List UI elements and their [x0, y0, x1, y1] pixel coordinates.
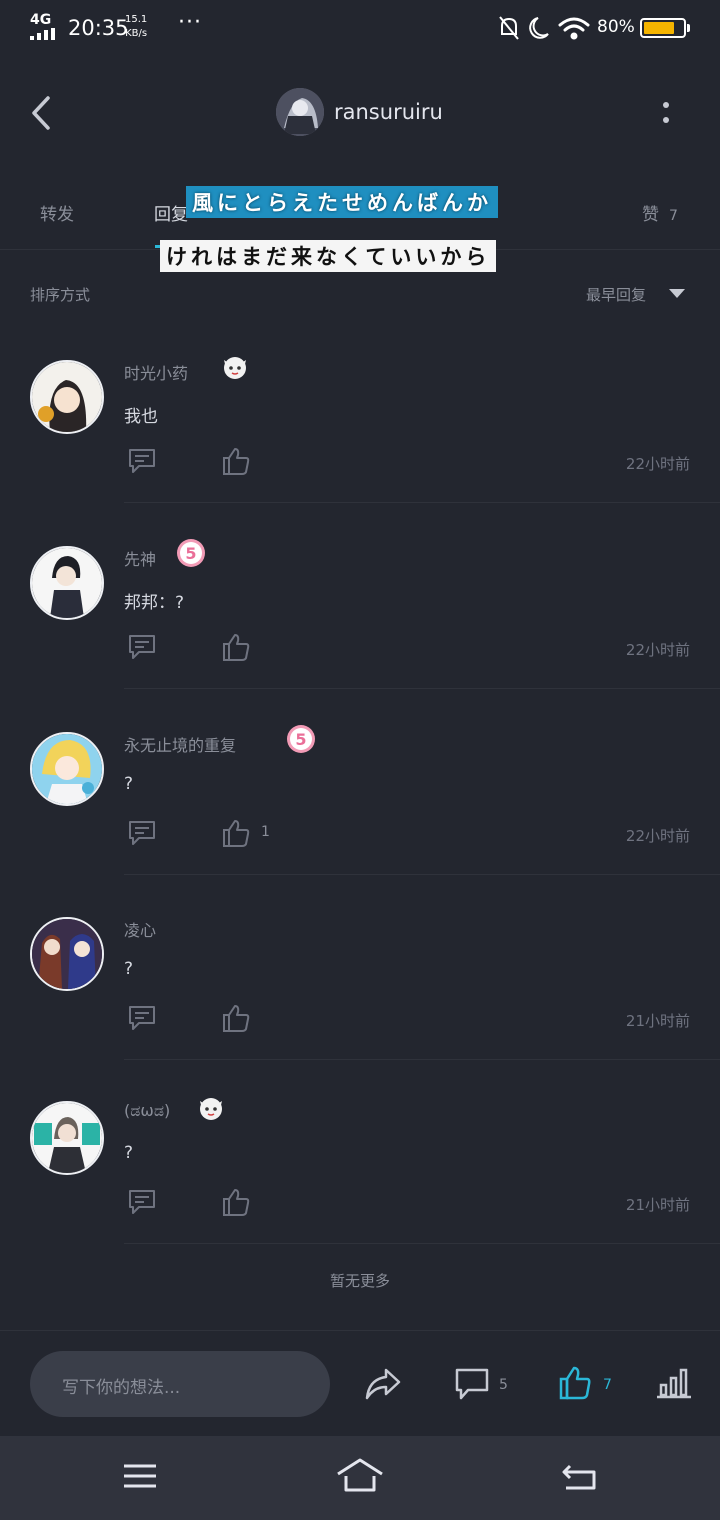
- thumbs-up-icon[interactable]: [221, 1003, 251, 1033]
- comment-item: 永无止境的重复 5 ? 1 22小时前: [0, 725, 720, 918]
- sort-label: 排序方式: [30, 286, 91, 304]
- back-arrow-icon[interactable]: [560, 1458, 598, 1494]
- comment-text: ?: [124, 959, 134, 979]
- avatar[interactable]: [30, 546, 104, 620]
- avatar[interactable]: [30, 360, 104, 434]
- avatar[interactable]: [30, 917, 104, 991]
- comment-time: 21小时前: [625, 1196, 690, 1214]
- network-type: 4G: [30, 12, 52, 28]
- thumbs-up-icon[interactable]: [221, 446, 251, 476]
- reply-icon[interactable]: [127, 819, 157, 847]
- comment-time: 22小时前: [625, 455, 690, 473]
- more-notifications-icon: ···: [178, 10, 202, 35]
- lyric-line-1: 風にとらえたせめんばんか: [186, 186, 498, 218]
- bottom-action-bar: 写下你的想法... 5 7: [0, 1330, 720, 1436]
- caret-down-icon[interactable]: [669, 289, 685, 298]
- wifi-icon: [558, 17, 590, 40]
- comment-text: ?: [124, 1143, 134, 1163]
- divider: [124, 1059, 720, 1060]
- more-vertical-icon[interactable]: [650, 96, 682, 132]
- battery-percent: 80%: [597, 17, 635, 37]
- reply-icon[interactable]: [127, 633, 157, 661]
- comment-username[interactable]: 永无止境的重复: [124, 732, 236, 756]
- avatar[interactable]: [30, 1101, 104, 1175]
- battery-icon: [640, 18, 686, 38]
- mascot-icon: [224, 357, 246, 379]
- clock: 20:35: [68, 16, 129, 40]
- comment-time: 22小时前: [625, 641, 690, 659]
- comment-item: 凌心 ? 21小时前: [0, 917, 720, 1103]
- no-more-text: 暂无更多: [329, 1272, 390, 1290]
- moon-icon: [529, 17, 549, 39]
- lyric-line-2: けれはまだ来なくていいから: [160, 240, 497, 272]
- thumbs-up-icon[interactable]: [221, 632, 251, 662]
- stats-icon[interactable]: [656, 1367, 692, 1399]
- comment-item: (ಡωಡ) ? 21小时前: [0, 1098, 720, 1287]
- comment-username[interactable]: (ಡωಡ): [124, 1101, 170, 1121]
- comment-input[interactable]: 写下你的想法...: [30, 1351, 330, 1417]
- thumbs-up-icon[interactable]: [221, 818, 251, 848]
- sort-select[interactable]: 最早回复: [586, 284, 646, 305]
- comment-username[interactable]: 凌心: [124, 917, 156, 941]
- tab-like-label: 赞: [642, 205, 659, 225]
- status-icons: [499, 16, 590, 40]
- status-bar: 4G 20:35 15.1 KB/s ··· 80%: [0, 0, 720, 58]
- comment-text: 邦邦：?: [124, 593, 185, 613]
- reply-icon[interactable]: [127, 1188, 157, 1216]
- like-count: 7: [603, 1377, 612, 1393]
- divider: [124, 502, 720, 503]
- comment-text: 我也: [124, 407, 158, 427]
- comment-count: 5: [499, 1377, 508, 1393]
- comment-time: 21小时前: [625, 1012, 690, 1030]
- system-nav-bar: [0, 1436, 720, 1520]
- comment-time: 22小时前: [625, 827, 690, 845]
- comment-icon[interactable]: [454, 1367, 490, 1401]
- network-speed: 15.1 KB/s: [125, 14, 148, 39]
- post-author-avatar[interactable]: [276, 88, 324, 136]
- chevron-left-icon[interactable]: [22, 90, 62, 136]
- svg-text:5: 5: [295, 730, 306, 749]
- comment-like-count: 1: [261, 824, 270, 840]
- divider: [124, 1243, 720, 1244]
- avatar[interactable]: [30, 732, 104, 806]
- comment-username[interactable]: 时光小药: [124, 360, 188, 384]
- mascot-icon: [200, 1098, 222, 1120]
- battery-tip: [687, 24, 690, 32]
- mute-icon: [499, 16, 519, 40]
- level-5-icon: 5: [177, 539, 205, 567]
- home-icon[interactable]: [336, 1454, 384, 1496]
- thumbs-up-icon[interactable]: [221, 1187, 251, 1217]
- divider: [124, 688, 720, 689]
- battery-level: [644, 22, 674, 34]
- comment-username[interactable]: 先神: [124, 546, 156, 570]
- tab-reply[interactable]: 回复: [154, 200, 188, 225]
- reply-icon[interactable]: [127, 447, 157, 475]
- signal-icon: [30, 28, 55, 40]
- reply-icon[interactable]: [127, 1004, 157, 1032]
- tab-like[interactable]: 赞7: [642, 200, 678, 225]
- thumbs-up-icon[interactable]: [558, 1365, 592, 1401]
- tab-forward[interactable]: 转发: [40, 200, 74, 225]
- svg-text:5: 5: [185, 544, 196, 563]
- comment-input-placeholder: 写下你的想法...: [62, 1378, 181, 1398]
- tab-like-count: 7: [669, 208, 678, 224]
- level-5-icon: 5: [287, 725, 315, 753]
- comment-text: ?: [124, 774, 134, 794]
- divider: [124, 874, 720, 875]
- header: ransuruiru: [0, 70, 720, 156]
- menu-icon[interactable]: [122, 1458, 158, 1494]
- share-icon[interactable]: [364, 1367, 402, 1401]
- page-title: ransuruiru: [334, 100, 443, 124]
- comment-item: 时光小药 我也 22小时前: [0, 357, 720, 546]
- comment-item: 先神 5 邦邦：? 22小时前: [0, 539, 720, 732]
